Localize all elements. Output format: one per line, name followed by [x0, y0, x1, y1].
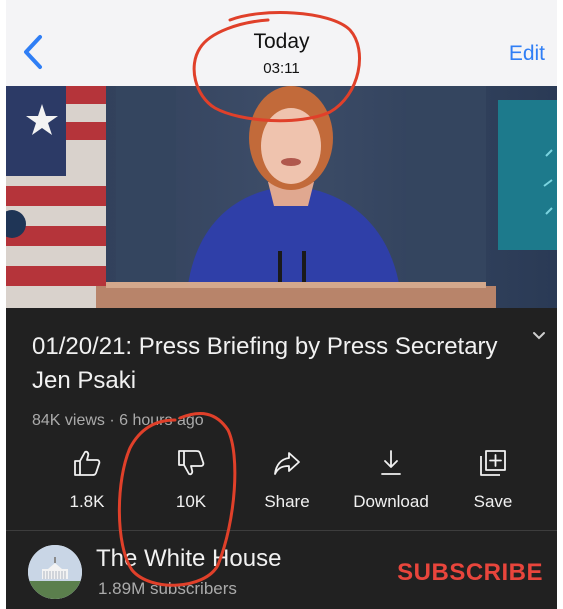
thumbs-up-icon: [74, 450, 101, 476]
download-button[interactable]: Download: [336, 448, 446, 512]
video-title[interactable]: 01/20/21: Press Briefing by Press Secret…: [32, 330, 502, 398]
nav-title: Today: [253, 30, 310, 53]
share-label: Share: [264, 492, 310, 511]
phone-screen: Today 03:11 Edit 01/20/21: Press Briefin…: [6, 0, 557, 609]
like-button[interactable]: 1.8K: [32, 448, 142, 512]
subscribe-button[interactable]: SUBSCRIBE: [397, 559, 543, 587]
share-button[interactable]: Share: [232, 448, 342, 512]
channel-row[interactable]: The White House 1.89M subscribers SUBSCR…: [6, 531, 557, 609]
download-label: Download: [353, 492, 429, 511]
like-count: 1.8K: [69, 492, 105, 511]
action-bar: 1.8K 10K Share Download Save: [6, 448, 557, 528]
channel-name[interactable]: The White House: [96, 545, 281, 573]
video-info-panel: 01/20/21: Press Briefing by Press Secret…: [6, 308, 557, 538]
chevron-down-icon[interactable]: [531, 330, 547, 342]
navigation-bar: Today 03:11 Edit: [6, 12, 557, 86]
white-house-logo-icon: [28, 545, 82, 599]
edit-button[interactable]: Edit: [509, 42, 545, 66]
save-label: Save: [473, 492, 513, 511]
nav-subtitle-time: 03:11: [263, 60, 300, 77]
video-player[interactable]: [6, 86, 557, 308]
share-icon: [274, 452, 300, 475]
save-icon: [480, 450, 506, 476]
dislike-button[interactable]: 10K: [136, 448, 246, 512]
save-button[interactable]: Save: [438, 448, 548, 512]
thumbs-down-icon: [178, 450, 205, 476]
dislike-count: 10K: [175, 492, 207, 511]
subscriber-count: 1.89M subscribers: [98, 579, 237, 598]
download-icon: [381, 450, 401, 475]
video-meta: 84K views · 6 hours ago: [32, 412, 204, 429]
video-frame-image: [6, 86, 557, 308]
channel-avatar[interactable]: [28, 545, 82, 599]
